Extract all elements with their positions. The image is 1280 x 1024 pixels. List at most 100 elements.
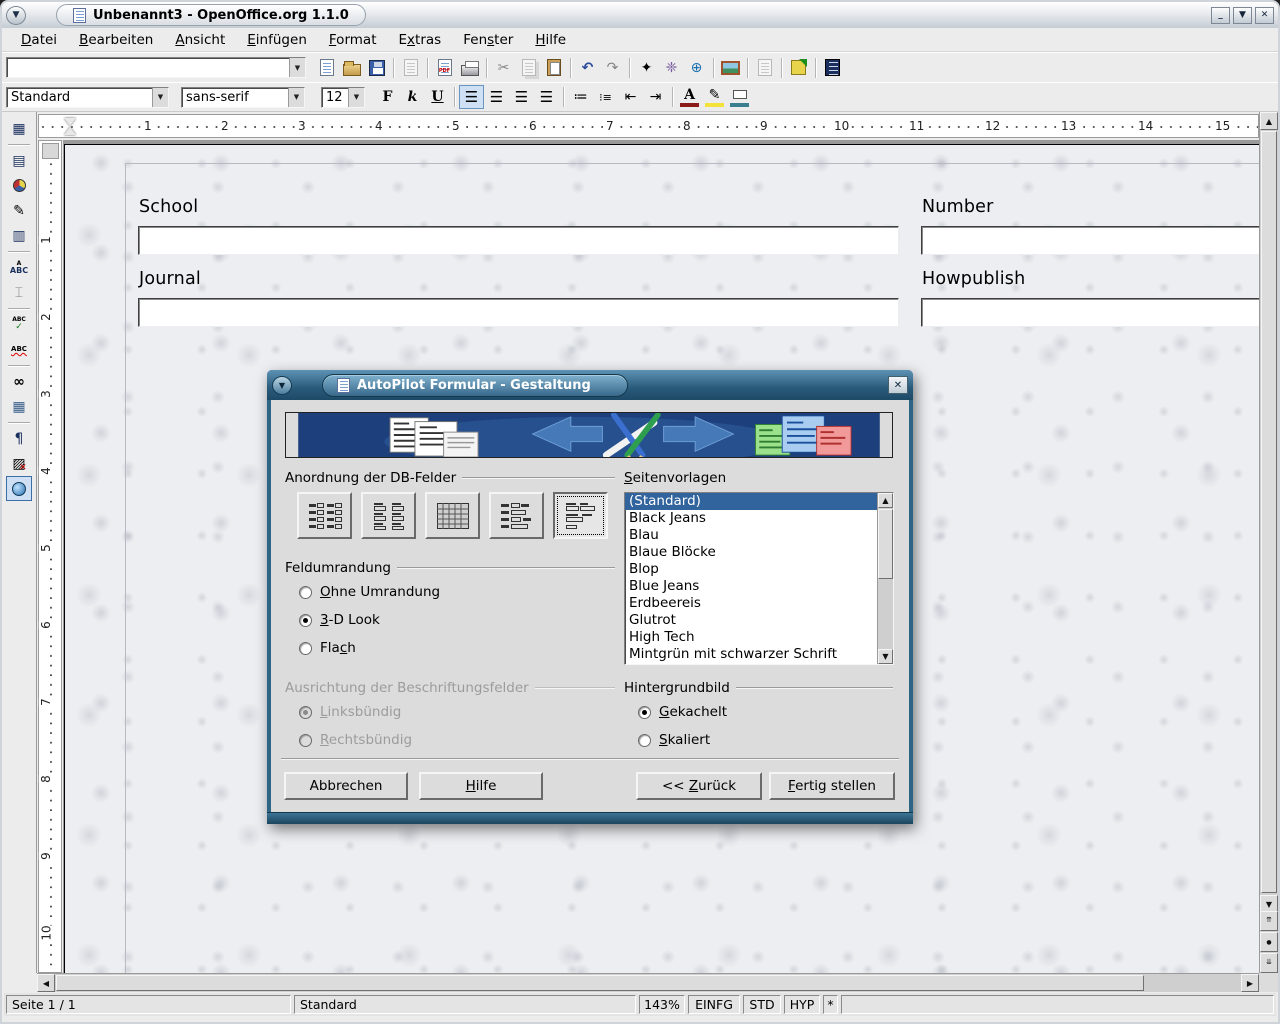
bullet-list-button[interactable]: ⁝≡	[593, 85, 618, 109]
bookmark-button[interactable]	[786, 56, 811, 80]
graphics-onoff-button[interactable]: ▨	[6, 451, 32, 476]
url-combobox[interactable]: ▼	[6, 57, 306, 78]
scroll-right-button[interactable]: ▶	[1241, 974, 1259, 992]
next-page-button[interactable]: ⇊	[1260, 953, 1278, 973]
scroll-down-button[interactable]: ▼	[878, 649, 893, 664]
field-input-number[interactable]	[921, 226, 1259, 255]
finish-button[interactable]: Fertig stellen	[769, 772, 895, 800]
navigator-button[interactable]: ✦	[634, 56, 659, 80]
menu-format[interactable]: Format	[318, 30, 388, 50]
arrangement-columns-labels-top-button[interactable]	[361, 492, 416, 539]
radio-gekachelt[interactable]: Gekachelt	[638, 704, 727, 720]
find-replace-button[interactable]: ∞	[6, 369, 32, 394]
scroll-left-button[interactable]: ◀	[37, 974, 55, 992]
highlighting-button[interactable]: ✎	[702, 85, 727, 109]
back-button[interactable]: << Zurück	[636, 772, 762, 800]
close-button[interactable]: ✕	[1255, 7, 1274, 24]
dialog-titlebar[interactable]: ▼ AutoPilot Formular - Gestaltung ✕	[267, 370, 913, 400]
navigation-dot-button[interactable]: ●	[1260, 932, 1278, 952]
menu-ansicht[interactable]: Ansicht	[164, 30, 236, 50]
maximize-button[interactable]: ▼	[1233, 7, 1252, 24]
listbox-scrollbar[interactable]: ▲ ▼	[877, 493, 893, 664]
margin-indicator-icon[interactable]	[63, 118, 77, 135]
edit-file-button[interactable]	[398, 56, 423, 80]
status-insert-mode[interactable]: EINFG	[688, 995, 740, 1014]
spellcheck-button[interactable]: ABC✓	[6, 312, 32, 337]
draw-functions-button[interactable]: ✎	[6, 198, 32, 223]
cut-button[interactable]: ✂	[491, 56, 516, 80]
radio-3d-look[interactable]: 3-D Look	[299, 612, 380, 628]
insert-fields-button[interactable]: ▤	[6, 148, 32, 173]
dialog-close-button[interactable]: ✕	[888, 376, 908, 394]
direct-cursor-button[interactable]: ⌶	[6, 280, 32, 305]
scroll-up-button[interactable]: ▲	[1260, 112, 1278, 130]
list-item[interactable]: Blaue Blöcke	[625, 544, 893, 561]
insert-button[interactable]: ▦	[6, 116, 32, 141]
save-button[interactable]	[364, 56, 389, 80]
increase-indent-button[interactable]: ⇥	[643, 85, 668, 109]
stylist-button[interactable]: ❈	[659, 56, 684, 80]
status-zoom[interactable]: 143%	[639, 995, 685, 1014]
help-button[interactable]: Hilfe	[419, 772, 543, 800]
vertical-ruler[interactable]: 1 2 3 4 5 6 7 8 9 10	[38, 140, 62, 973]
list-item[interactable]: Blau	[625, 527, 893, 544]
gallery-button[interactable]	[718, 56, 743, 80]
insert-object-button[interactable]	[6, 173, 32, 198]
numbered-list-button[interactable]: ≔	[568, 85, 593, 109]
field-input-howpublish[interactable]	[921, 298, 1259, 327]
vertical-scrollbar-thumb[interactable]	[1261, 131, 1277, 893]
font-name-combobox[interactable]: sans-serif▼	[181, 87, 305, 108]
data-sources-view-button[interactable]: ▦	[6, 394, 32, 419]
paragraph-style-combobox[interactable]: Standard▼	[6, 87, 169, 108]
paste-button[interactable]	[541, 56, 566, 80]
listbox-scrollbar-thumb[interactable]	[878, 509, 893, 579]
arrangement-as-datasheet-button[interactable]	[425, 492, 480, 539]
list-item[interactable]: Blue Jeans	[625, 578, 893, 595]
new-document-button[interactable]	[314, 56, 339, 80]
arrangement-columns-labels-left-button[interactable]	[297, 492, 352, 539]
decrease-indent-button[interactable]: ⇤	[618, 85, 643, 109]
copy-button[interactable]	[516, 56, 541, 80]
list-item[interactable]: (Standard)	[625, 493, 893, 510]
page-styles-listbox[interactable]: (Standard) Black Jeans Blau Blaue Blöcke…	[624, 492, 894, 665]
status-selection-mode[interactable]: STD	[743, 995, 781, 1014]
window-menu-button[interactable]: ▼	[6, 6, 26, 25]
font-color-button[interactable]: A	[677, 85, 702, 109]
bold-button[interactable]: F	[375, 85, 400, 109]
autotext-button[interactable]: AABC	[6, 255, 32, 280]
vertical-scrollbar[interactable]: ▲ ▼ ⇈ ● ⇊	[1259, 112, 1278, 973]
chevron-down-icon[interactable]: ▼	[152, 88, 168, 107]
font-size-combobox[interactable]: 12▼	[321, 87, 365, 108]
arrangement-blocks-labels-above-button[interactable]	[553, 492, 608, 539]
radio-flach[interactable]: Flach	[299, 640, 356, 656]
form-functions-button[interactable]: ▥	[6, 223, 32, 248]
horizontal-scrollbar-thumb[interactable]	[56, 975, 1144, 991]
data-sources-button[interactable]	[820, 56, 845, 80]
align-justify-button[interactable]: ☰	[534, 85, 559, 109]
open-button[interactable]	[339, 56, 364, 80]
field-input-journal[interactable]	[138, 298, 899, 327]
auto-spellcheck-button[interactable]: ABC	[6, 337, 32, 362]
print-button[interactable]	[457, 56, 482, 80]
previous-page-button[interactable]: ⇈	[1260, 911, 1278, 931]
menu-datei[interactable]: Datei	[10, 30, 68, 50]
chevron-down-icon[interactable]: ▼	[288, 88, 304, 107]
minimize-button[interactable]: _	[1211, 7, 1230, 24]
list-item[interactable]: Mintgrün mit schwarzer Schrift	[625, 646, 893, 663]
radio-skaliert[interactable]: Skaliert	[638, 732, 710, 748]
menu-hilfe[interactable]: Hilfe	[524, 30, 577, 50]
status-page-style[interactable]: Standard	[294, 995, 636, 1014]
list-item[interactable]: Glutrot	[625, 612, 893, 629]
align-center-button[interactable]: ☰	[484, 85, 509, 109]
chevron-down-icon[interactable]: ▼	[289, 58, 305, 77]
dialog-menu-button[interactable]: ▼	[272, 376, 292, 395]
scroll-up-button[interactable]: ▲	[878, 493, 893, 508]
cancel-button[interactable]: Abbrechen	[284, 772, 408, 800]
field-input-school[interactable]	[138, 226, 899, 255]
arrangement-blocks-labels-left-button[interactable]	[489, 492, 544, 539]
list-item[interactable]: Erdbeereis	[625, 595, 893, 612]
list-item[interactable]: Black Jeans	[625, 510, 893, 527]
hyperlink-dialog-button[interactable]: ⊕	[684, 56, 709, 80]
horizontal-scrollbar[interactable]: ◀ ▶	[37, 973, 1259, 992]
align-left-button[interactable]: ☰	[459, 85, 484, 109]
